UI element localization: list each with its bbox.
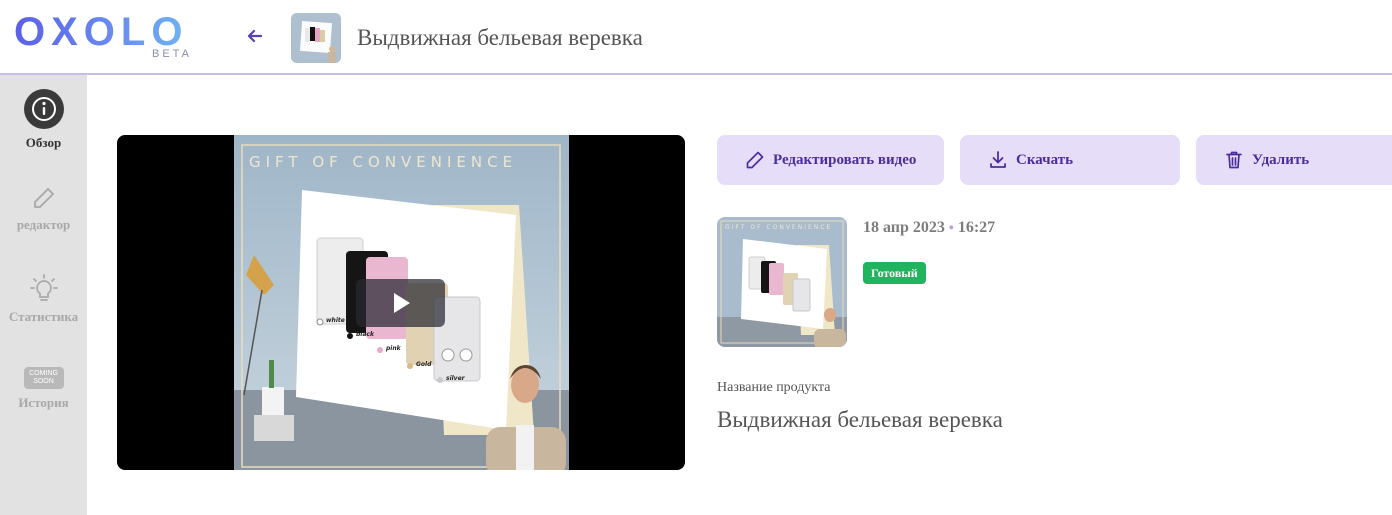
sidebar-item-overview[interactable]: Обзор	[0, 89, 87, 151]
delete-label: Удалить	[1252, 151, 1310, 168]
info-icon	[23, 89, 64, 129]
download-icon	[990, 151, 1006, 168]
play-button[interactable]	[356, 279, 445, 327]
product-name-label: Название продукта	[717, 380, 831, 395]
back-button[interactable]	[243, 24, 267, 48]
swatch-label: white	[326, 317, 345, 324]
badge-line: SOON	[33, 378, 54, 385]
arrow-left-icon	[247, 29, 263, 43]
oxolo-logo[interactable]: OXOLO BETA	[14, 10, 199, 62]
swatch-label: black	[356, 331, 374, 338]
edit-video-label: Редактировать видео	[773, 151, 917, 168]
page-title: Выдвижная бельевая веревка	[357, 25, 643, 50]
trash-icon	[1226, 151, 1242, 169]
sidebar-item-label: редактор	[16, 217, 71, 232]
sidebar-item-editor[interactable]: редактор	[0, 185, 87, 233]
video-meta: 18 апр 2023 • 16:27	[863, 219, 995, 237]
pencil-icon	[746, 151, 764, 169]
separator-dot: •	[948, 221, 954, 236]
video-player[interactable]: GIFT OF CONVENIENCE white black pink Gol…	[117, 135, 685, 470]
video-banner-text: GIFT OF CONVENIENCE	[249, 153, 518, 171]
edit-video-button[interactable]: Редактировать видео	[717, 135, 944, 185]
sidebar-item-statistics[interactable]: Статистика	[0, 273, 87, 325]
sidebar-item-label: Обзор	[25, 135, 62, 150]
swatch-label: silver	[446, 375, 465, 382]
sidebar: Обзор редактор Статистика COMING SOON Ис…	[0, 75, 87, 515]
badge-line: COMING	[29, 370, 58, 377]
delete-button[interactable]: Удалить	[1196, 135, 1392, 185]
video-thumbnail-small	[291, 13, 341, 63]
video-thumbnail: GIFT OF CONVENIENCE	[717, 217, 847, 347]
created-date: 18 апр 2023	[863, 219, 945, 236]
beta-label: BETA	[152, 48, 192, 60]
swatch-label: Gold	[416, 361, 432, 368]
status-badge: Готовый	[863, 262, 926, 284]
sidebar-item-history[interactable]: COMING SOON История	[0, 367, 87, 411]
download-label: Скачать	[1016, 151, 1074, 168]
play-icon	[394, 293, 410, 313]
coming-soon-badge: COMING SOON	[23, 367, 64, 389]
created-time: 16:27	[957, 219, 996, 236]
product-name: Выдвижная бельевая веревка	[717, 407, 1003, 432]
thumbnail-banner-text: GIFT OF CONVENIENCE	[725, 224, 833, 231]
pencil-icon	[33, 188, 54, 208]
download-button[interactable]: Скачать	[960, 135, 1180, 185]
swatch-label: pink	[386, 345, 401, 352]
lightbulb-icon	[29, 274, 58, 301]
top-header: OXOLO BETA Выдвижная бельевая веревка	[0, 0, 1392, 75]
sidebar-item-label: Статистика	[8, 309, 79, 324]
sidebar-item-label: История	[18, 395, 69, 410]
